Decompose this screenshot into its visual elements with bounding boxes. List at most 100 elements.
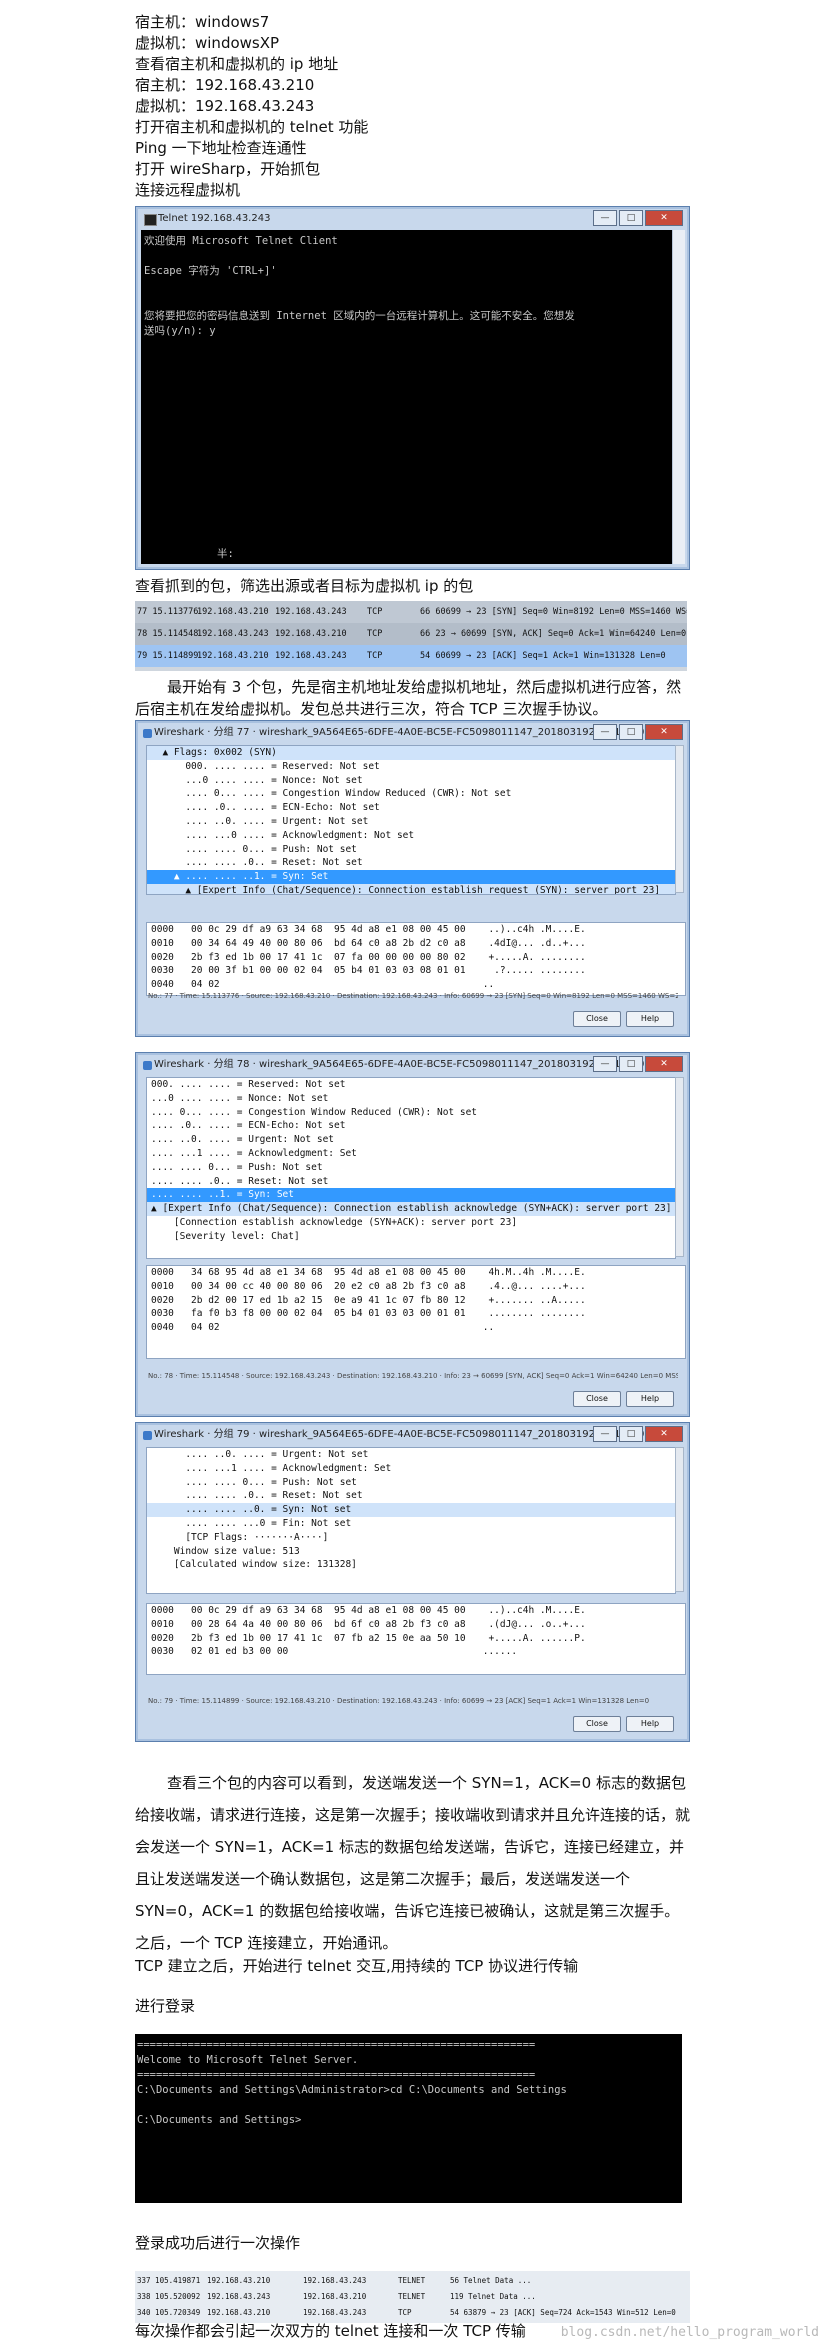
login-terminal[interactable]: ========================================… <box>135 2034 682 2203</box>
intro-line: 虚拟机：windowsXP <box>135 34 280 52</box>
telnet-footer: 半: <box>217 548 234 560</box>
tree-row[interactable]: .... .... 0... = Push: Not set <box>147 1476 675 1490</box>
tree-row[interactable]: 000. .... .... = Reserved: Not set <box>147 760 675 774</box>
tree-row[interactable]: ▲ [Expert Info (Chat/Sequence): Connecti… <box>147 883 675 894</box>
packet-proto: TELNET <box>398 2292 426 2301</box>
tree-row[interactable]: ▲ .... .... ..1. = Syn: Set <box>147 870 675 884</box>
packet-bytes-pane[interactable]: 0000 00 0c 29 df a9 63 34 68 95 4d a8 e1… <box>146 922 686 996</box>
help-button[interactable]: Help <box>626 1716 674 1732</box>
hex-row: 0000 00 0c 29 df a9 63 34 68 95 4d a8 e1… <box>151 924 586 935</box>
intro-line: Ping 一下地址检查连通性 <box>135 139 307 157</box>
minimize-button[interactable]: — <box>593 1426 617 1442</box>
packet-dst: 192.168.43.210 <box>275 629 347 639</box>
intro-line: 打开宿主机和虚拟机的 telnet 功能 <box>135 118 369 136</box>
tree-row[interactable]: .... .... .0.. = Reset: Not set <box>147 856 675 870</box>
handshake-intro: 最开始有 3 个包，先是宿主机地址发给虚拟机地址，然后虚拟机进行应答，然后宿主机… <box>135 678 682 718</box>
tree-row[interactable]: .... ..0. .... = Urgent: Not set <box>147 1448 675 1462</box>
tree-row[interactable]: Window size value: 513 <box>147 1545 675 1559</box>
hex-row: 0000 34 68 95 4d a8 e1 34 68 95 4d a8 e1… <box>151 1267 586 1278</box>
tree-row[interactable]: [TCP Flags: ·······A····] <box>147 1531 675 1545</box>
tree-row[interactable]: .... ...1 .... = Acknowledgment: Set <box>147 1147 675 1161</box>
packet-row[interactable]: 79 15.114899 192.168.43.210 192.168.43.243… <box>135 645 687 667</box>
tree-row[interactable]: .... 0... .... = Congestion Window Reduc… <box>147 787 675 801</box>
login-line: C:\Documents and Settings> <box>137 2114 302 2126</box>
scrollbar[interactable] <box>672 230 685 564</box>
login-line: C:\Documents and Settings\Administrator>… <box>137 2084 567 2096</box>
packet-info: 54 60699 → 23 [ACK] Seq=1 Ack=1 Win=1313… <box>420 651 666 661</box>
packet-details-tree[interactable]: ▲ Flags: 0x002 (SYN) 000. .... .... = Re… <box>146 745 676 895</box>
tree-row[interactable]: ▲ [Expert Info (Chat/Sequence): Connecti… <box>147 1202 675 1216</box>
window-controls: — □ ✕ <box>593 1426 683 1442</box>
packet-src: 192.168.43.210 <box>197 607 269 617</box>
maximize-button[interactable]: □ <box>619 210 643 226</box>
tree-row[interactable]: .... .... .0.. = Reset: Not set <box>147 1175 675 1189</box>
intro-line: 宿主机：windows7 <box>135 13 270 31</box>
close-button[interactable]: ✕ <box>645 210 683 226</box>
packet-row[interactable]: 338 105.520092 192.168.43.243 192.168.43.2… <box>135 2289 690 2305</box>
packet-row[interactable]: 337 105.419871 192.168.43.210 192.168.43.2… <box>135 2273 690 2289</box>
blog-watermark: blog.csdn.net/hello_program_world <box>560 2325 819 2340</box>
login-line: Welcome to Microsoft Telnet Server. <box>137 2054 359 2066</box>
packet-info: 56 Telnet Data ... <box>450 2276 532 2285</box>
help-button[interactable]: Help <box>626 1391 674 1407</box>
tree-row[interactable]: .... ..0. .... = Urgent: Not set <box>147 815 675 829</box>
packet-row[interactable]: 340 105.720349 192.168.43.210 192.168.43.2… <box>135 2305 690 2321</box>
tree-row[interactable]: .... .... 0... = Push: Not set <box>147 843 675 857</box>
tree-row[interactable]: ▲ Flags: 0x002 (SYN) <box>147 746 675 760</box>
close-dialog-button[interactable]: Close <box>573 1716 621 1732</box>
tree-row[interactable]: .... .... ...0 = Fin: Not set <box>147 1517 675 1531</box>
telnet-app-icon <box>144 214 157 226</box>
telnet-console[interactable]: 欢迎使用 Microsoft Telnet Client Escape 字符为 '… <box>141 230 672 564</box>
tree-row[interactable]: .... .0.. .... = ECN-Echo: Not set <box>147 801 675 815</box>
tree-row[interactable]: .... .... ..0. = Syn: Not set <box>147 1503 675 1517</box>
tree-scrollbar[interactable] <box>675 1447 684 1592</box>
packet-proto: TCP <box>367 651 383 661</box>
wireshark-app-icon <box>143 1061 152 1070</box>
hex-row: 0020 2b f3 ed 1b 00 17 41 1c 07 fb a2 15… <box>151 1632 586 1644</box>
packet-row[interactable]: 77 15.113776 192.168.43.210 192.168.43.243… <box>135 601 687 623</box>
minimize-button[interactable]: — <box>593 1056 617 1072</box>
tree-row[interactable]: ...0 .... .... = Nonce: Not set <box>147 774 675 788</box>
minimize-button[interactable]: — <box>593 210 617 226</box>
intro-line: 打开 wireSharp，开始抓包 <box>135 160 321 178</box>
tree-row[interactable]: .... ...0 .... = Acknowledgment: Not set <box>147 829 675 843</box>
packet-details-tree[interactable]: 000. .... .... = Reserved: Not set ...0 .… <box>146 1077 676 1259</box>
packet-src: 192.168.43.243 <box>197 629 269 639</box>
packet-dst: 192.168.43.210 <box>303 2292 367 2301</box>
tree-row[interactable]: .... .0.. .... = ECN-Echo: Not set <box>147 1119 675 1133</box>
maximize-button[interactable]: □ <box>619 1426 643 1442</box>
tree-row[interactable]: [Calculated window size: 131328] <box>147 1558 675 1572</box>
close-dialog-button[interactable]: Close <box>573 1391 621 1407</box>
tree-row[interactable]: [Severity level: Chat] <box>147 1230 675 1244</box>
close-button[interactable]: ✕ <box>645 1056 683 1072</box>
close-button[interactable]: ✕ <box>645 1426 683 1442</box>
packet-details-tree[interactable]: .... ..0. .... = Urgent: Not set .... ..… <box>146 1447 676 1594</box>
maximize-button[interactable]: □ <box>619 1056 643 1072</box>
tree-row[interactable]: .... .... 0... = Push: Not set <box>147 1161 675 1175</box>
tree-row[interactable]: .... 0... .... = Congestion Window Reduc… <box>147 1106 675 1120</box>
tree-row[interactable]: [Connection establish acknowledge (SYN+A… <box>147 1216 675 1230</box>
packet-src: 192.168.43.210 <box>207 2276 271 2285</box>
minimize-button[interactable]: — <box>593 724 617 740</box>
tree-scrollbar[interactable] <box>675 1077 684 1257</box>
help-button[interactable]: Help <box>626 1011 674 1027</box>
maximize-button[interactable]: □ <box>619 724 643 740</box>
packet-dst: 192.168.43.243 <box>303 2308 367 2317</box>
packet-bytes-pane[interactable]: 0000 34 68 95 4d a8 e1 34 68 95 4d a8 e1… <box>146 1265 686 1359</box>
packet-bytes-pane[interactable]: 0000 00 0c 29 df a9 63 34 68 95 4d a8 e1… <box>146 1603 686 1675</box>
tree-scrollbar[interactable] <box>675 745 684 893</box>
packet-proto: TCP <box>367 629 383 639</box>
tree-row[interactable]: .... .... ..1. = Syn: Set <box>147 1188 675 1203</box>
tree-row[interactable]: .... .... .0.. = Reset: Not set <box>147 1489 675 1503</box>
close-button[interactable]: ✕ <box>645 724 683 740</box>
packet-info: 66 23 → 60699 [SYN, ACK] Seq=0 Ack=1 Win… <box>420 629 687 639</box>
tree-row[interactable]: 000. .... .... = Reserved: Not set <box>147 1078 675 1092</box>
tree-row[interactable]: ...0 .... .... = Nonce: Not set <box>147 1092 675 1106</box>
hex-row: 0030 20 00 3f b1 00 00 02 04 05 b4 01 03… <box>151 965 586 977</box>
tree-row[interactable]: .... ...1 .... = Acknowledgment: Set <box>147 1462 675 1476</box>
tree-row[interactable]: .... ..0. .... = Urgent: Not set <box>147 1133 675 1147</box>
close-dialog-button[interactable]: Close <box>573 1011 621 1027</box>
packet-no-time: 78 15.114548 <box>137 629 199 639</box>
packet-row[interactable]: 78 15.114548 192.168.43.243 192.168.43.210… <box>135 623 687 645</box>
login-caption: 进行登录 <box>135 1997 196 2015</box>
